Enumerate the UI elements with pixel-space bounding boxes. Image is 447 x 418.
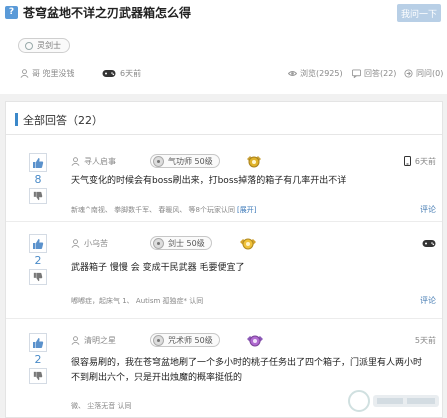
- level-badge: 剑士 50级: [150, 236, 212, 250]
- asker-name: 哥 兜里没钱: [32, 68, 75, 78]
- vote-box: 8: [29, 153, 47, 204]
- answers-panel: 全部回答（22） 8 寻人启事 气功师 50级 6天前 天气变化的时候会有bos…: [5, 101, 443, 418]
- gamepad-icon: [102, 69, 116, 77]
- answer-text: 武器箱子 慢慢 会 变成干民武器 毛要便宜了: [71, 263, 245, 273]
- answer-username: 寻人启事: [84, 156, 116, 166]
- thumbs-down-button[interactable]: [29, 188, 47, 204]
- thumbs-down-icon: [33, 191, 43, 201]
- level-badge: 气功师 50级: [150, 154, 220, 168]
- vote-count: 2: [34, 254, 42, 267]
- class-icon: [153, 334, 164, 346]
- gamepad-icon: [422, 239, 436, 247]
- answer-platform: [422, 235, 436, 251]
- user-icon: [20, 68, 29, 78]
- tag-label: 灵剑士: [37, 41, 61, 50]
- vote-count: 8: [34, 173, 42, 186]
- expand-link[interactable]: [展开]: [237, 206, 256, 214]
- question-tag[interactable]: 灵剑士: [18, 38, 70, 53]
- tag-icon: [25, 41, 33, 50]
- question-time: 6天前: [102, 66, 141, 80]
- vote-count: 2: [34, 353, 42, 366]
- answer-user[interactable]: 寻人启事: [71, 153, 116, 169]
- question-meta: 哥 兜里没钱 6天前 浏览(2925) 回答(22) 同问(0): [0, 66, 447, 80]
- answer-time: 5天前: [414, 335, 436, 345]
- answer-username: 清明之星: [84, 335, 116, 345]
- user-icon: [71, 156, 80, 166]
- answer-text: 天气变化的时候会有boss刷出来，打boss掉落的箱子有几率开出不详: [71, 176, 347, 186]
- level-label: 剑士 50级: [168, 238, 205, 248]
- level-badge: 咒术师 50级: [150, 333, 220, 347]
- user-icon: [71, 238, 80, 248]
- header-accent-bar: [15, 113, 18, 126]
- rank-medal-icon: [247, 156, 261, 168]
- answer-item: 2 小乌苦 剑士 50级 武器箱子 慢慢 会 变成干民武器 毛要便宜了 嘟嘟症，…: [6, 223, 442, 319]
- answer-user[interactable]: 清明之星: [71, 332, 116, 348]
- answer-username: 小乌苦: [84, 238, 108, 248]
- thumbs-up-icon: [33, 238, 44, 249]
- answers-count[interactable]: 回答(22): [352, 66, 396, 80]
- eye-icon: [288, 70, 297, 76]
- comment-link[interactable]: 评论: [420, 295, 436, 307]
- views-count: 浏览(2925): [288, 66, 343, 80]
- question-mark-icon: ?: [5, 5, 18, 19]
- thumbs-up-button[interactable]: [29, 333, 47, 352]
- thumbs-up-icon: [33, 157, 44, 168]
- answers-panel-title: 全部回答（22）: [23, 114, 103, 127]
- thumbs-up-icon: [33, 337, 44, 348]
- thumbs-down-icon: [33, 272, 43, 282]
- thumbs-down-icon: [33, 371, 43, 381]
- answer-user[interactable]: 小乌苦: [71, 235, 108, 251]
- asker[interactable]: 哥 兜里没钱: [20, 66, 75, 80]
- ask-button[interactable]: 我问一下: [397, 4, 441, 22]
- user-icon: [71, 335, 80, 345]
- answers-panel-header: 全部回答（22）: [6, 102, 442, 135]
- thumbs-up-button[interactable]: [29, 153, 47, 172]
- site-watermark-logo: [348, 390, 439, 412]
- vote-box: 2: [29, 333, 47, 384]
- question-title: 苍穹盆地不详之刃武器箱怎么得: [23, 5, 192, 20]
- agree-list: 新魂^南视、 拳脚数千军、 春暖风、 等8个玩家认同 [展开]: [71, 206, 257, 214]
- level-label: 咒术师 50级: [168, 335, 213, 345]
- rank-medal-icon: [240, 238, 256, 250]
- level-label: 气功师 50级: [168, 156, 213, 166]
- comment-icon: [352, 68, 361, 78]
- share-icon: [404, 68, 413, 78]
- class-icon: [153, 155, 164, 167]
- mobile-icon: [403, 156, 411, 166]
- thumbs-down-button[interactable]: [29, 269, 47, 285]
- question-title-row: ? 苍穹盆地不详之刃武器箱怎么得: [5, 4, 191, 20]
- answer-time: 6天前: [403, 153, 436, 169]
- vote-box: 2: [29, 234, 47, 285]
- agree-list: 嘟嘟症，起床气 1、 Autism 孤独症* 认同: [71, 297, 204, 305]
- class-icon: [153, 237, 164, 249]
- thumbs-down-button[interactable]: [29, 368, 47, 384]
- thumbs-up-button[interactable]: [29, 234, 47, 253]
- agree-list: 微、 尘落无音 认同: [71, 402, 132, 410]
- question-header: ? 苍穹盆地不详之刃武器箱怎么得 我问一下 灵剑士 哥 兜里没钱 6天前 浏览(…: [0, 0, 447, 94]
- answer-text: 很容易刷的，我在苍穹盆地刷了一个多小时的桃子任务出了四个箱子，门派里有人两小时 …: [71, 358, 423, 383]
- answer-item: 8 寻人启事 气功师 50级 6天前 天气变化的时候会有boss刷出来，打bos…: [6, 144, 442, 222]
- rank-medal-icon: [247, 335, 263, 347]
- comment-link[interactable]: 评论: [420, 204, 436, 216]
- share-count[interactable]: 同问(0): [404, 66, 443, 80]
